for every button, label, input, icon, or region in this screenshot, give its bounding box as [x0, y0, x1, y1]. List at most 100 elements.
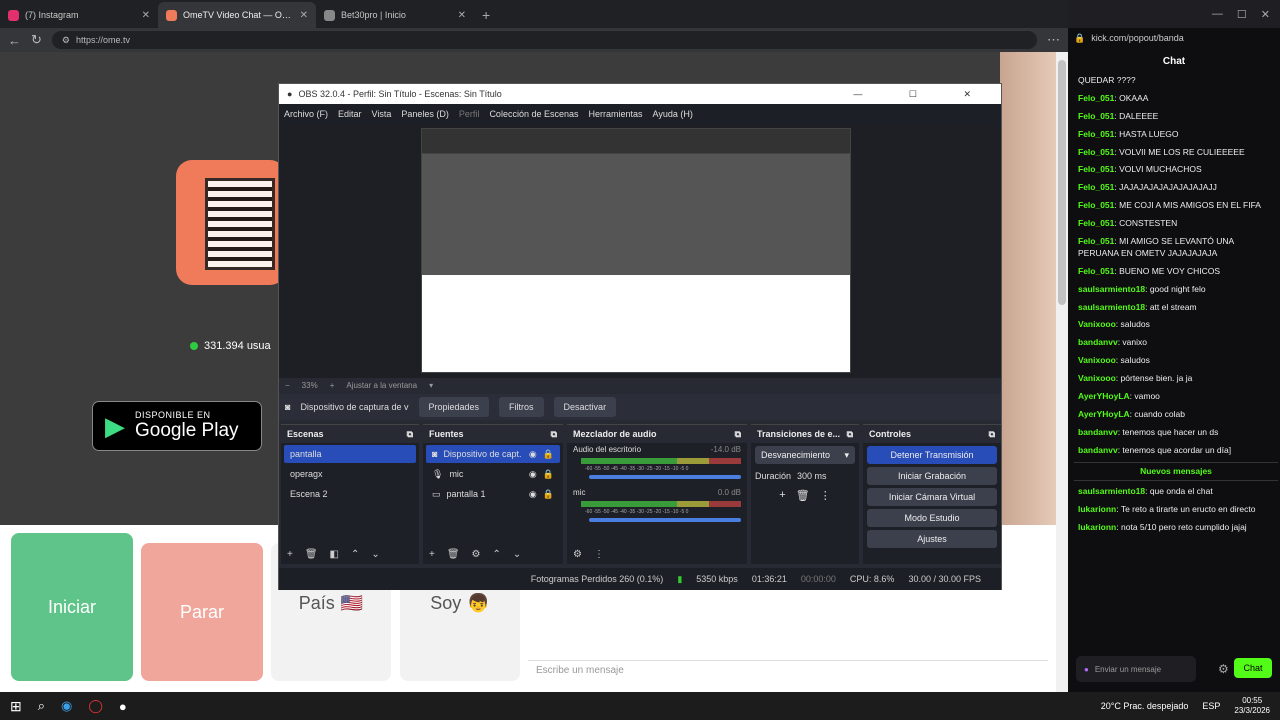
more-icon[interactable]: ⋮	[820, 489, 831, 502]
window-controls[interactable]: — ☐ ✕	[853, 89, 993, 100]
disable-button[interactable]: Desactivar	[553, 397, 617, 417]
virtual-camera-button[interactable]: Iniciar Cámara Virtual	[867, 488, 997, 506]
volume-slider[interactable]	[589, 518, 741, 522]
minimize-icon[interactable]: —	[1212, 8, 1223, 20]
eye-icon[interactable]: ◉	[529, 449, 537, 460]
menu-colecciones[interactable]: Colección de Escenas	[489, 109, 578, 119]
chat-username[interactable]: Felo_051	[1078, 164, 1114, 174]
chat-username[interactable]: saulsarmiento18	[1078, 284, 1145, 294]
chevron-down-icon[interactable]: ▾	[429, 381, 433, 390]
up-icon[interactable]: ⌃	[351, 549, 359, 560]
chat-username[interactable]: Felo_051	[1078, 93, 1114, 103]
chat-username[interactable]: bandanvv	[1078, 427, 1118, 437]
gear-icon[interactable]: ⚙	[472, 549, 481, 560]
chat-username[interactable]: Vanixooo	[1078, 319, 1116, 329]
chat-send-button[interactable]: Chat	[1234, 658, 1272, 678]
duration-field[interactable]: 300 ms	[797, 471, 827, 481]
reload-icon[interactable]: ↻	[31, 32, 42, 48]
google-play-badge[interactable]: ▶ DISPONIBLE EN Google Play	[92, 401, 262, 451]
obs-taskbar-icon[interactable]: ●	[119, 699, 127, 714]
dock-menu-icon[interactable]: ⧉	[847, 429, 853, 440]
start-button[interactable]: Iniciar	[11, 533, 133, 681]
chat-messages[interactable]: QUEDAR ???? Felo_051: OKAAA Felo_051: DALE…	[1074, 72, 1278, 652]
dock-menu-icon[interactable]: ⧉	[407, 429, 413, 440]
gear-icon[interactable]: ⚙	[573, 549, 582, 560]
close-icon[interactable]: ✕	[142, 10, 150, 21]
windows-start-icon[interactable]: ⊞	[10, 698, 22, 715]
chat-username[interactable]: Felo_051	[1078, 218, 1114, 228]
tab-instagram[interactable]: (7) Instagram ✕	[0, 2, 158, 28]
trash-icon[interactable]: 🗑	[305, 549, 318, 560]
menu-ayuda[interactable]: Ayuda (H)	[653, 109, 693, 119]
tab-bet30pro[interactable]: Bet30pro | Inicio ✕	[316, 2, 474, 28]
eye-icon[interactable]: ◉	[529, 469, 537, 480]
chat-username[interactable]: bandanvv	[1078, 337, 1118, 347]
chat-username[interactable]: Felo_051	[1078, 182, 1114, 192]
back-icon[interactable]: ←	[8, 33, 21, 48]
url-field[interactable]: ⚙ https://ome.tv	[51, 31, 1037, 49]
menu-archivo[interactable]: Archivo (F)	[284, 109, 328, 119]
chat-input[interactable]: ● Enviar un mensaje	[1076, 656, 1196, 682]
filters-button[interactable]: Filtros	[499, 397, 544, 417]
menu-perfil[interactable]: Perfil	[459, 109, 480, 119]
opera-icon[interactable]: ◯	[88, 698, 103, 714]
scrollbar-thumb[interactable]	[1058, 60, 1066, 305]
volume-slider[interactable]	[589, 475, 741, 479]
weather[interactable]: 20°C Prac. despejado	[1101, 701, 1189, 711]
edge-icon[interactable]: ◉	[61, 698, 72, 714]
menu-herramientas[interactable]: Herramientas	[589, 109, 643, 119]
new-tab-button[interactable]: +	[482, 7, 490, 23]
menu-vista[interactable]: Vista	[372, 109, 392, 119]
lock-icon[interactable]: 🔒	[543, 449, 554, 460]
preview-canvas[interactable]	[421, 128, 851, 373]
trash-icon[interactable]: 🗑	[447, 549, 460, 560]
clock[interactable]: 00:55 23/3/2026	[1234, 696, 1270, 715]
dock-menu-icon[interactable]: ⧉	[989, 429, 995, 440]
scene-item[interactable]: Escena 2	[284, 485, 416, 503]
properties-button[interactable]: Propiedades	[418, 397, 490, 417]
close-icon[interactable]: ✕	[458, 10, 466, 21]
chat-username[interactable]: Vanixooo	[1078, 355, 1116, 365]
trash-icon[interactable]: 🗑	[796, 489, 810, 502]
transition-select[interactable]: Desvanecimiento ▾	[755, 446, 855, 464]
down-icon[interactable]: ⌄	[513, 549, 521, 560]
menu-editar[interactable]: Editar	[338, 109, 362, 119]
settings-button[interactable]: Ajustes	[867, 530, 997, 548]
chat-username[interactable]: Felo_051	[1078, 266, 1114, 276]
start-recording-button[interactable]: Iniciar Grabación	[867, 467, 997, 485]
zoom-in-icon[interactable]: +	[330, 381, 335, 390]
lang[interactable]: ESP	[1202, 701, 1220, 711]
search-icon[interactable]: ⌕	[38, 698, 45, 714]
filter-icon[interactable]: ◧	[330, 549, 339, 560]
source-item[interactable]: ◙ Dispositivo de capt. ◉ 🔒	[426, 445, 560, 463]
kick-url[interactable]: kick.com/popout/banda	[1091, 33, 1184, 43]
scene-item[interactable]: pantalla	[284, 445, 416, 463]
chat-username[interactable]: Felo_051	[1078, 200, 1114, 210]
menu-paneles[interactable]: Paneles (D)	[401, 109, 449, 119]
zoom-out-icon[interactable]: −	[285, 381, 290, 390]
eye-icon[interactable]: ◉	[529, 489, 537, 500]
source-item[interactable]: ▭ pantalla 1 ◉ 🔒	[426, 485, 560, 503]
studio-mode-button[interactable]: Modo Estudio	[867, 509, 997, 527]
chat-username[interactable]: Felo_051	[1078, 129, 1114, 139]
fit-label[interactable]: Ajustar a la ventana	[346, 381, 417, 390]
menu-icon[interactable]: ⋯	[1047, 32, 1060, 48]
stop-stream-button[interactable]: Detener Transmisión	[867, 446, 997, 464]
chat-username[interactable]: lukarionn	[1078, 522, 1116, 532]
stop-button[interactable]: Parar	[141, 543, 263, 681]
lock-icon[interactable]: 🔒	[543, 469, 554, 480]
gear-icon[interactable]: ⚙	[1218, 662, 1229, 676]
scene-item[interactable]: operagx	[284, 465, 416, 483]
chat-username[interactable]: Felo_051	[1078, 147, 1114, 157]
chat-username[interactable]: Felo_051	[1078, 111, 1114, 121]
chat-username[interactable]: Vanixooo	[1078, 373, 1116, 383]
chat-username[interactable]: Felo_051	[1078, 236, 1114, 246]
chat-username[interactable]: saulsarmiento18	[1078, 302, 1145, 312]
tab-ometv[interactable]: OmeTV Video Chat — Omegl ✕	[158, 2, 316, 28]
more-icon[interactable]: ⋮	[594, 549, 604, 560]
add-icon[interactable]: +	[287, 549, 293, 560]
maximize-icon[interactable]: ☐	[1237, 8, 1247, 21]
close-icon[interactable]: ✕	[1261, 8, 1270, 21]
add-icon[interactable]: +	[429, 549, 435, 560]
source-item[interactable]: 🎙 mic ◉ 🔒	[426, 465, 560, 483]
